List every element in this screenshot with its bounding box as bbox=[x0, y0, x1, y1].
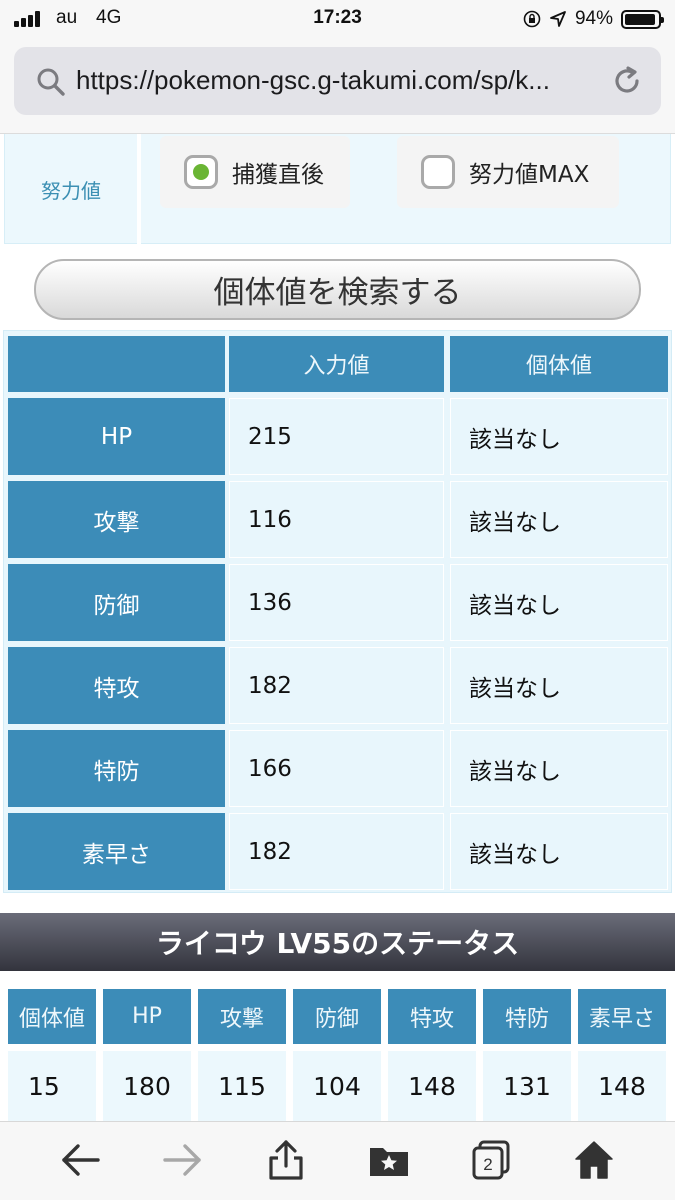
status-value-cell: 131 bbox=[483, 1051, 571, 1121]
orientation-lock-icon bbox=[523, 10, 541, 28]
forward-button[interactable] bbox=[161, 1138, 205, 1182]
status-value-cell: 115 bbox=[198, 1051, 286, 1121]
ev-option-max[interactable]: 努力値MAX bbox=[397, 136, 619, 208]
bottom-toolbar: 2 bbox=[0, 1121, 675, 1200]
url-text[interactable]: https://pokemon-gsc.g-takumi.com/sp/k... bbox=[76, 65, 606, 96]
status-value-cell: 180 bbox=[103, 1051, 191, 1121]
bookmarks-button[interactable] bbox=[367, 1138, 411, 1182]
reload-icon[interactable] bbox=[611, 65, 643, 97]
divider bbox=[137, 134, 141, 244]
back-arrow-icon bbox=[62, 1144, 100, 1176]
status-header-cell: 個体値 bbox=[8, 989, 96, 1044]
iv-result-value: 該当なし bbox=[450, 647, 668, 724]
iv-input-value: 182 bbox=[229, 647, 444, 724]
status-header-cell: 特攻 bbox=[388, 989, 476, 1044]
iv-input-value: 166 bbox=[229, 730, 444, 807]
iv-header-cell bbox=[8, 336, 225, 392]
ev-option-label: 捕獲直後 bbox=[232, 162, 324, 188]
bookmark-folder-icon bbox=[370, 1148, 408, 1176]
iv-stat-label: 特防 bbox=[8, 730, 225, 807]
location-icon bbox=[550, 11, 566, 27]
status-value-cell: 104 bbox=[293, 1051, 381, 1121]
ev-option-after-capture[interactable]: 捕獲直後 bbox=[160, 136, 350, 208]
iv-stat-label: 特攻 bbox=[8, 647, 225, 724]
status-title: ライコウ LV55のステータス bbox=[0, 913, 675, 971]
iv-stat-label: 防御 bbox=[8, 564, 225, 641]
iv-result-value: 該当なし bbox=[450, 481, 668, 558]
status-value-cell: 15 bbox=[8, 1051, 96, 1121]
iv-result-table: 入力値 個体値 HP 215 該当なし 攻撃 116 該当なし 防御 136 該当なし 特攻 182 該当… bbox=[3, 330, 672, 893]
radio-after-capture[interactable] bbox=[184, 155, 218, 189]
status-header-cell: 攻撃 bbox=[198, 989, 286, 1044]
iv-stat-label: HP bbox=[8, 398, 225, 475]
tabs-count: 2 bbox=[483, 1155, 492, 1174]
ev-section: 努力値 捕獲直後 努力値MAX bbox=[4, 134, 671, 244]
status-bar: au 4G 17:23 94% bbox=[0, 0, 675, 38]
share-icon bbox=[269, 1140, 303, 1180]
tabs-icon: 2 bbox=[472, 1140, 510, 1180]
status-header-cell: 特防 bbox=[483, 989, 571, 1044]
iv-input-value: 136 bbox=[229, 564, 444, 641]
iv-result-value: 該当なし bbox=[450, 730, 668, 807]
address-bar[interactable]: https://pokemon-gsc.g-takumi.com/sp/k... bbox=[14, 47, 661, 115]
iv-input-value: 116 bbox=[229, 481, 444, 558]
ev-option-label: 努力値MAX bbox=[469, 162, 590, 188]
ev-label: 努力値 bbox=[41, 178, 101, 203]
iv-input-value: 215 bbox=[229, 398, 444, 475]
iv-input-value: 182 bbox=[229, 813, 444, 890]
battery-icon bbox=[621, 9, 664, 29]
search-iv-button[interactable]: 個体値を検索する bbox=[34, 259, 641, 320]
battery-level-fill bbox=[625, 13, 656, 25]
home-icon bbox=[575, 1141, 613, 1179]
iv-result-value: 該当なし bbox=[450, 564, 668, 641]
iv-stat-label: 素早さ bbox=[8, 813, 225, 890]
status-value-cell: 148 bbox=[578, 1051, 666, 1121]
search-icon bbox=[37, 68, 65, 96]
home-button[interactable] bbox=[572, 1138, 616, 1182]
iv-header-cell: 個体値 bbox=[450, 336, 668, 392]
back-button[interactable] bbox=[58, 1138, 102, 1182]
battery-percent: 94% bbox=[574, 8, 613, 29]
iv-header-cell: 入力値 bbox=[229, 336, 444, 392]
radio-ev-max[interactable] bbox=[421, 155, 455, 189]
status-header-cell: 素早さ bbox=[578, 989, 666, 1044]
iv-result-value: 該当なし bbox=[450, 813, 668, 890]
iv-result-value: 該当なし bbox=[450, 398, 668, 475]
status-header-cell: 防御 bbox=[293, 989, 381, 1044]
tabs-button[interactable]: 2 bbox=[469, 1138, 513, 1182]
share-button[interactable] bbox=[264, 1138, 308, 1182]
status-value-cell: 148 bbox=[388, 1051, 476, 1121]
iv-stat-label: 攻撃 bbox=[8, 481, 225, 558]
forward-arrow-icon bbox=[163, 1144, 201, 1176]
status-header-cell: HP bbox=[103, 989, 191, 1044]
browser-chrome: https://pokemon-gsc.g-takumi.com/sp/k... bbox=[0, 38, 675, 134]
